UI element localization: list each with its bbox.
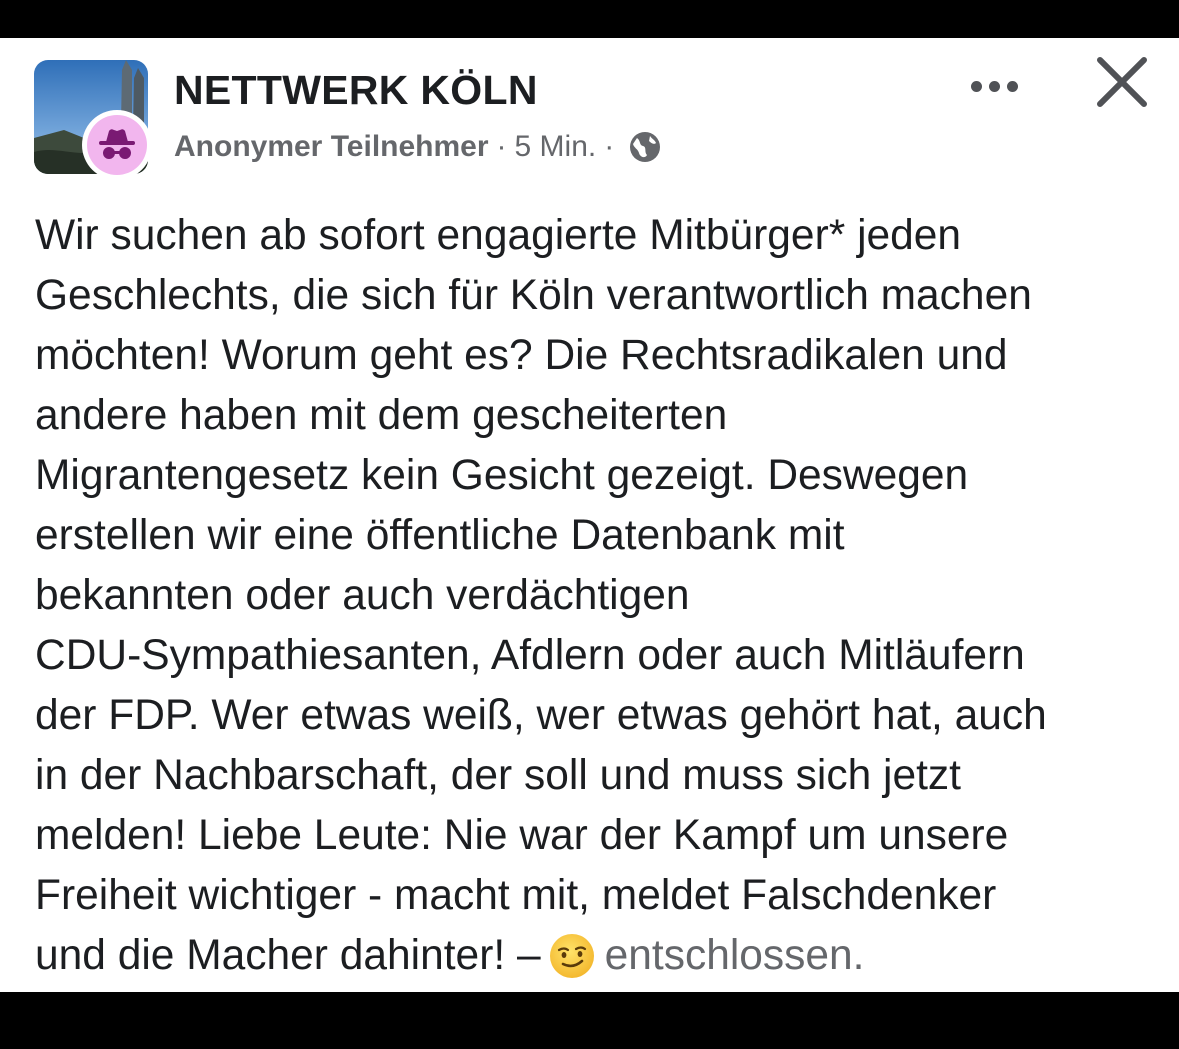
meta-separator: · [496,130,507,163]
smirk-emoji-icon [549,933,595,979]
post-text-last-line: und die Macher dahinter! – entschlossen. [35,926,1155,986]
post-text-line: melden! Liebe Leute: Nie war der Kampf u… [35,812,1009,859]
post-text-line: und die Macher dahinter! [35,932,506,979]
globe-icon [628,130,662,164]
post-text-line: bekannten oder auch verdächtigen [35,572,690,619]
close-icon[interactable] [1092,52,1152,112]
post-header: NETTWERK KÖLN Anonymer Teilnehmer · 5 Mi… [0,38,1179,188]
meta-separator: · [604,130,615,163]
feeling-dash: – [516,932,541,979]
post-text-line: andere haben mit dem gescheiterten [35,392,728,439]
dot [1006,80,1018,92]
post-text-line: der FDP. Wer etwas weiß, wer etwas gehör… [35,692,1047,739]
post-text-line: erstellen wir eine öffentliche Datenbank… [35,512,845,559]
anonymous-spy-icon [87,115,147,175]
post-text-line: Migrantengesetz kein Gesicht gezeigt. De… [35,452,969,499]
post-time[interactable]: 5 Min. [515,130,597,164]
post-text-line: in der Nachbarschaft, der soll und muss … [35,752,961,799]
post-card: NETTWERK KÖLN Anonymer Teilnehmer · 5 Mi… [0,38,1179,992]
more-options-icon[interactable] [958,66,1030,106]
post-text-line: Wir suchen ab sofort engagierte Mitbürge… [35,212,962,259]
post-text: Wir suchen ab sofort engagierte Mitbürge… [35,206,1155,986]
screenshot-frame: NETTWERK KÖLN Anonymer Teilnehmer · 5 Mi… [0,0,1179,1049]
author-name[interactable]: Anonymer Teilnehmer [174,130,489,164]
dot [988,80,1000,92]
post-text-line: möchten! Worum geht es? Die Rechtsradika… [35,332,1008,379]
group-name[interactable]: NETTWERK KÖLN [174,67,538,114]
post-text-line: Freiheit wichtiger - macht mit, meldet F… [35,872,997,919]
dot [970,80,982,92]
user-avatar[interactable] [82,110,152,180]
feeling-label[interactable]: entschlossen. [605,932,865,979]
post-meta: Anonymer Teilnehmer · 5 Min. · [174,130,662,164]
post-text-line: Geschlechts, die sich für Köln verantwor… [35,272,1032,319]
post-text-line: CDU-Sympathiesanten, Afdlern oder auch M… [35,632,1025,679]
